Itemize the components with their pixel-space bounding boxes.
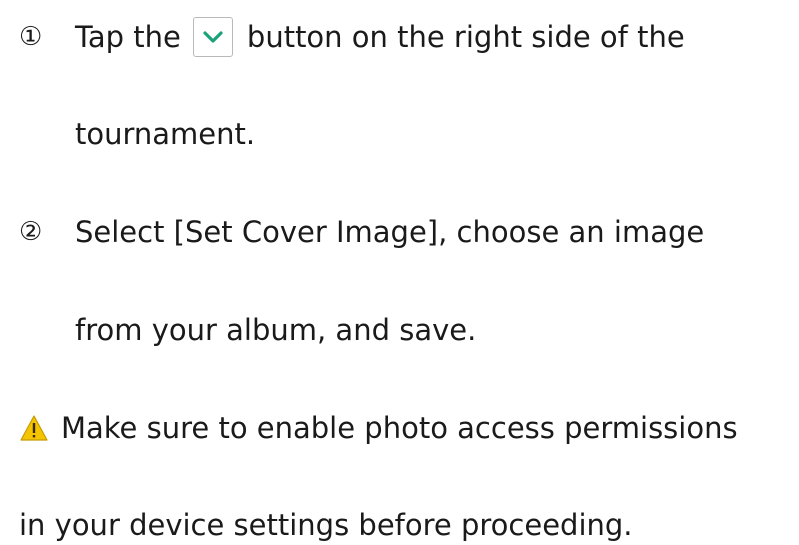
- step-1-line-1: ① Tap the button on the right side of th…: [19, 17, 685, 57]
- step-1-text-before-button: Tap the: [75, 20, 181, 54]
- warning-text-2: in your device settings before proceedin…: [19, 508, 633, 542]
- warning-triangle-icon: [20, 415, 48, 441]
- step-1-line-2: tournament.: [75, 114, 255, 154]
- step-2-text: Select [Set Cover Image], choose an imag…: [75, 215, 705, 249]
- step-1-marker: ①: [19, 22, 43, 52]
- warning-text-1: Make sure to enable photo access permiss…: [61, 411, 738, 445]
- step-2-continuation: from your album, and save.: [75, 313, 477, 347]
- expand-options-button[interactable]: [192, 17, 233, 57]
- step-1-text-after-button: button on the right side of the: [246, 20, 685, 54]
- step-2-line-1: ② Select [Set Cover Image], choose an im…: [19, 212, 704, 252]
- step-2-marker: ②: [19, 217, 43, 247]
- step-2-line-2: from your album, and save.: [75, 310, 476, 350]
- warning-line-1: Make sure to enable photo access permiss…: [19, 408, 738, 448]
- chevron-down-icon: [203, 31, 223, 43]
- warning-line-2: in your device settings before proceedin…: [19, 505, 633, 545]
- step-1-continuation: tournament.: [75, 117, 256, 151]
